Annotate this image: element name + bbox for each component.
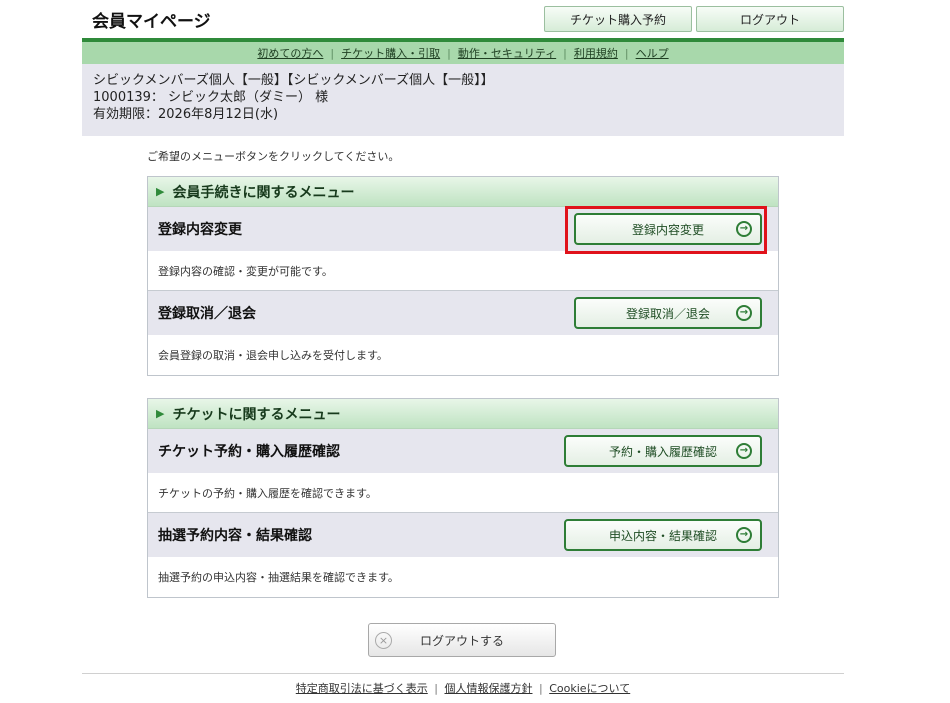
footer-link-commercial-law[interactable]: 特定商取引法に基づく表示: [296, 682, 428, 695]
menu-item-title: 登録内容変更: [158, 222, 242, 238]
menu-item-description: チケットの予約・購入履歴を確認できます。: [148, 473, 778, 513]
nav-ticket-purchase[interactable]: チケット購入・引取: [334, 45, 447, 61]
triangle-right-icon: ▶: [156, 185, 165, 198]
ticket-menu-section: ▶ チケットに関するメニュー チケット予約・購入履歴確認 予約・購入履歴確認 →…: [147, 398, 779, 598]
expiry-date: 有効期限：2026年8月12日(水): [93, 107, 279, 122]
logout-large-label: ログアウトする: [419, 633, 504, 648]
menu-item-row: 抽選予約内容・結果確認 申込内容・結果確認 →: [148, 513, 778, 557]
global-nav: 初めての方へ | チケット購入・引取 | 動作・セキュリティ | 利用規約 | …: [82, 42, 844, 64]
triangle-right-icon: ▶: [156, 407, 165, 420]
arrow-right-circle-icon: →: [736, 527, 752, 543]
ticket-reservation-button[interactable]: チケット購入予約: [544, 6, 692, 32]
footer-divider: [82, 673, 844, 674]
footer: 特定商取引法に基づく表示 | 個人情報保護方針 | Cookieについて: [82, 680, 844, 696]
menu-item-row: 登録取消／退会 登録取消／退会 →: [148, 291, 778, 335]
menu-item-title: 登録取消／退会: [158, 306, 256, 322]
user-info: シビックメンバーズ個人【一般】【シビックメンバーズ個人【一般】】 1000139…: [82, 64, 844, 136]
footer-link-cookie[interactable]: Cookieについて: [549, 682, 630, 695]
cancel-membership-button[interactable]: 登録取消／退会 →: [574, 297, 762, 329]
membership-type: シビックメンバーズ個人【一般】【シビックメンバーズ個人【一般】】: [93, 73, 494, 88]
menu-item-row: チケット予約・購入履歴確認 予約・購入履歴確認 →: [148, 429, 778, 473]
button-label: 登録取消／退会: [625, 306, 710, 321]
page-title: 会員マイページ: [92, 12, 211, 32]
menu-item-description: 抽選予約の申込内容・抽選結果を確認できます。: [148, 557, 778, 597]
menu-item-title: チケット予約・購入履歴確認: [158, 444, 340, 460]
instruction-text: ご希望のメニューボタンをクリックしてください。: [147, 150, 400, 163]
reservation-history-button[interactable]: 予約・購入履歴確認 →: [564, 435, 762, 467]
button-label: 申込内容・結果確認: [608, 528, 717, 543]
section-heading-label: チケットに関するメニュー: [172, 406, 341, 423]
header: 会員マイページ チケット購入予約 ログアウト: [82, 0, 844, 40]
section-heading: ▶ 会員手続きに関するメニュー: [148, 177, 778, 207]
nav-terms[interactable]: 利用規約: [567, 45, 625, 61]
nav-security[interactable]: 動作・セキュリティ: [451, 45, 563, 61]
logout-large-button[interactable]: × ログアウトする: [368, 623, 556, 657]
menu-item-description: 会員登録の取消・退会申し込みを受付します。: [148, 335, 778, 375]
menu-item-description: 登録内容の確認・変更が可能です。: [148, 251, 778, 291]
arrow-right-circle-icon: →: [736, 305, 752, 321]
nav-first-time[interactable]: 初めての方へ: [250, 45, 330, 61]
section-heading-label: 会員手続きに関するメニュー: [172, 184, 355, 201]
logout-button[interactable]: ログアウト: [696, 6, 844, 32]
footer-separator: |: [538, 682, 543, 695]
footer-link-privacy[interactable]: 個人情報保護方針: [444, 682, 532, 695]
menu-item-title: 抽選予約内容・結果確認: [158, 528, 312, 544]
button-label: 予約・購入履歴確認: [608, 444, 717, 459]
nav-help[interactable]: ヘルプ: [629, 45, 676, 61]
lottery-result-button[interactable]: 申込内容・結果確認 →: [564, 519, 762, 551]
arrow-right-circle-icon: →: [736, 443, 752, 459]
footer-separator: |: [434, 682, 438, 695]
close-circle-icon: ×: [375, 632, 392, 649]
member-name: 1000139： シビック太郎（ダミー） 様: [93, 90, 329, 105]
section-heading: ▶ チケットに関するメニュー: [148, 399, 778, 429]
highlight-box: [565, 206, 767, 254]
